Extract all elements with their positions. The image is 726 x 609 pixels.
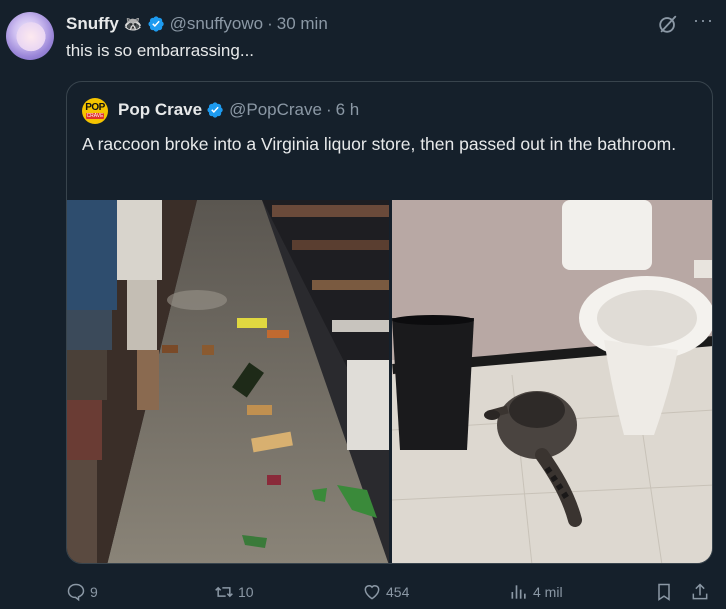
like-icon — [364, 585, 380, 600]
views-icon — [511, 585, 526, 599]
views-count: 4 mil — [533, 584, 563, 600]
more-icon[interactable]: ··· — [693, 10, 714, 31]
bookmark-button[interactable] — [654, 582, 678, 602]
timestamp[interactable]: 30 min — [277, 14, 328, 34]
grok-icon[interactable] — [657, 13, 679, 35]
tweet-header: Snuffy 🦝 @snuffyowo · 30 min — [66, 13, 328, 35]
reply-count: 9 — [90, 584, 98, 600]
reply-icon — [67, 583, 85, 602]
raccoon-emoji: 🦝 — [123, 16, 143, 33]
quoted-avatar[interactable]: POP CRAVE — [82, 98, 108, 124]
verified-badge-icon[interactable] — [147, 15, 165, 33]
avatar[interactable] — [6, 12, 54, 60]
repost-count: 10 — [238, 584, 254, 600]
author-handle[interactable]: @snuffyowo — [170, 14, 264, 34]
separator: · — [267, 14, 273, 33]
quoted-tweet[interactable]: POP CRAVE Pop Crave @PopCrave · 6 h A ra… — [66, 81, 713, 564]
separator: · — [325, 100, 332, 119]
avatar-logo-text: POP — [85, 102, 105, 113]
photo-liquor-aisle[interactable] — [67, 200, 389, 563]
quoted-timestamp[interactable]: 6 h — [336, 100, 360, 120]
verified-badge-icon[interactable] — [206, 101, 224, 119]
views-button[interactable]: 4 mil — [509, 582, 563, 602]
tweet[interactable]: Snuffy 🦝 @snuffyowo · 30 min ··· this is… — [0, 0, 726, 609]
action-bar: 9 10 454 4 mil — [0, 578, 726, 606]
photo-raccoon-bathroom[interactable] — [392, 200, 712, 563]
quoted-header: Pop Crave @PopCrave · 6 h — [118, 100, 359, 120]
share-button[interactable] — [690, 582, 714, 602]
quoted-text: A raccoon broke into a Virginia liquor s… — [82, 134, 677, 154]
author-name[interactable]: Snuffy — [66, 14, 119, 34]
share-icon — [692, 583, 708, 600]
repost-button[interactable]: 10 — [214, 582, 254, 602]
like-count: 454 — [386, 584, 410, 600]
like-button[interactable]: 454 — [362, 582, 409, 602]
quoted-author-handle[interactable]: @PopCrave — [229, 100, 322, 120]
reply-button[interactable]: 9 — [66, 582, 98, 602]
avatar-logo-subtext: CRAVE — [86, 113, 104, 119]
bookmark-icon — [658, 583, 670, 601]
repost-icon — [215, 586, 233, 598]
tweet-text: this is so embarrassing... — [66, 41, 255, 60]
quoted-author-name[interactable]: Pop Crave — [118, 100, 202, 120]
